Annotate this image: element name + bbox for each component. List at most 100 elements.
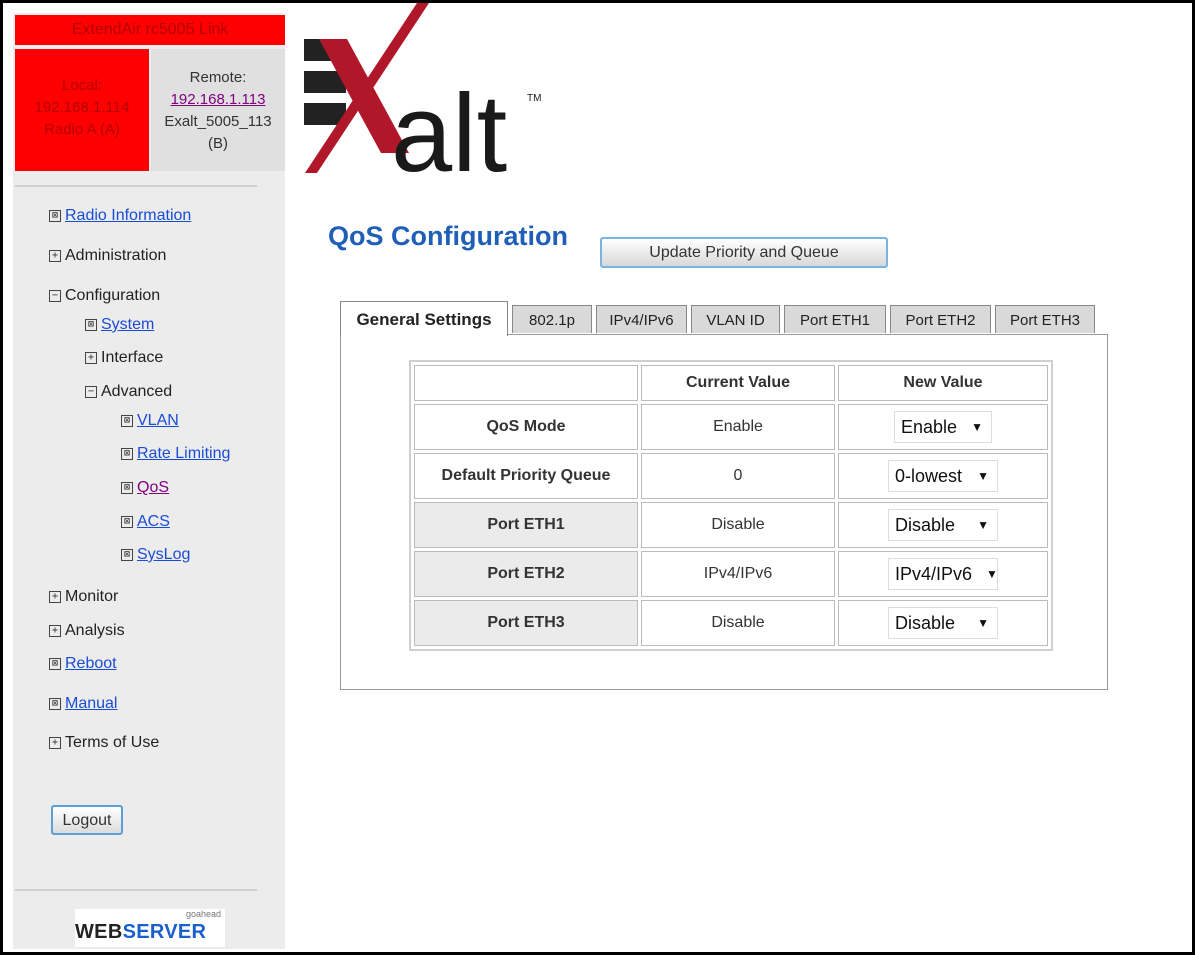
expand-icon[interactable]: + xyxy=(49,737,61,749)
current-value: 0 xyxy=(641,453,835,499)
page-title: QoS Configuration xyxy=(328,221,568,251)
update-priority-button[interactable]: Update Priority and Queue xyxy=(600,237,888,268)
nav-interface[interactable]: + Interface xyxy=(85,349,163,367)
nav-link-vlan[interactable]: VLAN xyxy=(137,412,179,430)
goahead-webserver-logo: goahead WEBSERVER xyxy=(75,909,225,947)
current-value: IPv4/IPv6 xyxy=(641,551,835,597)
nav-vlan[interactable]: ⊠ VLAN xyxy=(121,412,179,430)
port-eth2-select[interactable]: IPv4/IPv6 ▼ xyxy=(888,558,998,590)
nav-link-qos[interactable]: QoS xyxy=(137,479,169,497)
nav-link-radio-information[interactable]: Radio Information xyxy=(65,207,191,225)
tab-port-eth3[interactable]: Port ETH3 xyxy=(995,305,1095,333)
exalt-logo: alt TM xyxy=(299,3,559,195)
row-label: Port ETH2 xyxy=(414,551,638,597)
nav-acs[interactable]: ⊠ ACS xyxy=(121,513,170,531)
port-eth3-select[interactable]: Disable ▼ xyxy=(888,607,998,639)
nav-reboot[interactable]: ⊠ Reboot xyxy=(49,655,117,673)
collapse-icon[interactable]: − xyxy=(85,386,97,398)
nav-terms-of-use[interactable]: + Terms of Use xyxy=(49,734,159,752)
tab-port-eth1[interactable]: Port ETH1 xyxy=(784,305,886,333)
remote-name: Exalt_5005_113 xyxy=(164,113,272,130)
nav-label-administration[interactable]: Administration xyxy=(65,247,166,265)
leaf-icon: ⊠ xyxy=(49,698,61,710)
nav-manual[interactable]: ⊠ Manual xyxy=(49,695,117,713)
divider xyxy=(15,889,257,891)
nav-rate-limiting[interactable]: ⊠ Rate Limiting xyxy=(121,445,230,463)
select-value: 0-lowest xyxy=(895,465,963,486)
remote-label: Remote: xyxy=(189,69,247,86)
expand-icon[interactable]: + xyxy=(49,591,61,603)
link-title: ExtendAir rc5005 Link xyxy=(15,15,285,45)
leaf-icon: ⊠ xyxy=(121,549,133,561)
leaf-icon: ⊠ xyxy=(49,210,61,222)
qos-settings-table: Current Value New Value QoS Mode Enable … xyxy=(409,360,1053,651)
nav-label-interface[interactable]: Interface xyxy=(101,349,163,367)
row-label: Port ETH1 xyxy=(414,502,638,548)
local-radio: Radio A (A) xyxy=(44,121,120,138)
tab-vlan-id[interactable]: VLAN ID xyxy=(691,305,780,333)
nav-link-rate-limiting[interactable]: Rate Limiting xyxy=(137,445,230,463)
select-value: IPv4/IPv6 xyxy=(895,563,973,584)
table-row: Port ETH1 Disable Disable ▼ xyxy=(414,502,1048,548)
new-value-cell: IPv4/IPv6 ▼ xyxy=(838,551,1048,597)
current-value: Disable xyxy=(641,502,835,548)
nav-configuration[interactable]: − Configuration xyxy=(49,287,160,305)
row-label: Port ETH3 xyxy=(414,600,638,646)
tab-ipv4-ipv6[interactable]: IPv4/IPv6 xyxy=(596,305,687,333)
exalt-logo-mark: alt TM xyxy=(304,3,541,195)
new-value-cell: Disable ▼ xyxy=(838,600,1048,646)
table-header: Current Value xyxy=(641,365,835,401)
table-row: Default Priority Queue 0 0-lowest ▼ xyxy=(414,453,1048,499)
current-value: Disable xyxy=(641,600,835,646)
nav-link-acs[interactable]: ACS xyxy=(137,513,170,531)
nav-link-system[interactable]: System xyxy=(101,316,154,334)
nav-link-syslog[interactable]: SysLog xyxy=(137,546,190,564)
select-value: Disable xyxy=(895,612,956,633)
leaf-icon: ⊠ xyxy=(121,448,133,460)
nav-link-manual[interactable]: Manual xyxy=(65,695,117,713)
nav-qos[interactable]: ⊠ QoS xyxy=(121,479,169,497)
new-value-cell: Enable ▼ xyxy=(838,404,1048,450)
nav-label-monitor[interactable]: Monitor xyxy=(65,588,118,606)
expand-icon[interactable]: + xyxy=(49,250,61,262)
expand-icon[interactable]: + xyxy=(85,352,97,364)
nav-label-advanced[interactable]: Advanced xyxy=(101,383,172,401)
table-row: QoS Mode Enable Enable ▼ xyxy=(414,404,1048,450)
row-label: QoS Mode xyxy=(414,404,638,450)
nav-label-configuration[interactable]: Configuration xyxy=(65,287,160,305)
local-label: Local: xyxy=(61,77,103,94)
nav-link-reboot[interactable]: Reboot xyxy=(65,655,117,673)
nav-label-terms-of-use[interactable]: Terms of Use xyxy=(65,734,159,752)
table-row: Port ETH2 IPv4/IPv6 IPv4/IPv6 ▼ xyxy=(414,551,1048,597)
collapse-icon[interactable]: − xyxy=(49,290,61,302)
local-ip: 192.168.1.114 xyxy=(34,99,130,116)
tab-general-settings[interactable]: General Settings xyxy=(340,301,508,336)
dropdown-arrow-icon: ▼ xyxy=(977,616,989,630)
tab-802-1p[interactable]: 802.1p xyxy=(512,305,592,333)
table-header xyxy=(414,365,638,401)
qos-mode-select[interactable]: Enable ▼ xyxy=(894,411,992,443)
nav-administration[interactable]: + Administration xyxy=(49,247,166,265)
remote-ip-link[interactable]: 192.168.1.113 xyxy=(171,91,266,108)
tab-port-eth2[interactable]: Port ETH2 xyxy=(890,305,991,333)
port-eth1-select[interactable]: Disable ▼ xyxy=(888,509,998,541)
select-value: Enable xyxy=(901,416,958,437)
nav-radio-information[interactable]: ⊠ Radio Information xyxy=(49,207,191,225)
nav-monitor[interactable]: + Monitor xyxy=(49,588,118,606)
nav-analysis[interactable]: + Analysis xyxy=(49,622,125,640)
table-header: New Value xyxy=(838,365,1048,401)
default-priority-select[interactable]: 0-lowest ▼ xyxy=(888,460,998,492)
remote-radio: (B) xyxy=(208,135,228,152)
expand-icon[interactable]: + xyxy=(49,625,61,637)
nav-advanced[interactable]: − Advanced xyxy=(85,383,172,401)
nav-system[interactable]: ⊠ System xyxy=(85,316,154,334)
table-header-row: Current Value New Value xyxy=(414,365,1048,401)
row-label: Default Priority Queue xyxy=(414,453,638,499)
nav-label-analysis[interactable]: Analysis xyxy=(65,622,125,640)
sidebar: ExtendAir rc5005 Link Local: 192.168.1.1… xyxy=(13,13,285,949)
nav-syslog[interactable]: ⊠ SysLog xyxy=(121,546,190,564)
leaf-icon: ⊠ xyxy=(49,658,61,670)
select-value: Disable xyxy=(895,514,956,535)
leaf-icon: ⊠ xyxy=(121,482,133,494)
logout-button[interactable]: Logout xyxy=(51,805,123,835)
